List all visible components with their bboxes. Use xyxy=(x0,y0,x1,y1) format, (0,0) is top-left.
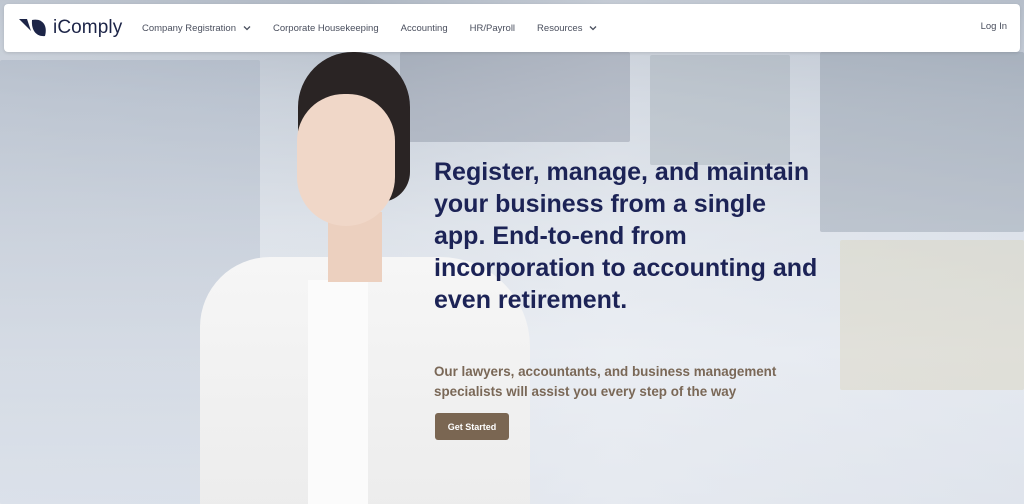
nav-item-corporate-housekeeping[interactable]: Corporate Housekeeping xyxy=(273,23,379,34)
login-link[interactable]: Log In xyxy=(981,21,1007,32)
nav-item-label: Corporate Housekeeping xyxy=(273,22,379,34)
nav-item-label: Accounting xyxy=(400,22,448,34)
nav-item-company-registration[interactable]: Company Registration xyxy=(142,23,251,34)
nav-item-label: Company Registration xyxy=(142,22,236,34)
brand-name: iComply xyxy=(53,17,123,38)
get-started-button[interactable]: Get Started xyxy=(435,413,509,440)
background-light xyxy=(840,240,1024,390)
background-window xyxy=(650,55,790,165)
hero-subtext: Our lawyers, accountants, and business m… xyxy=(434,364,777,399)
top-navbar: iComply Company Registration Corporate H… xyxy=(4,4,1020,52)
nav-item-resources[interactable]: Resources xyxy=(537,23,597,34)
nav-item-label: Resources xyxy=(537,22,583,34)
hero-headline: Register, manage, and maintain your busi… xyxy=(434,158,818,314)
background-window xyxy=(820,52,1024,232)
nav-menu: Company Registration Corporate Housekeep… xyxy=(142,4,597,52)
nav-item-label: HR/Payroll xyxy=(469,22,516,34)
brand-logo[interactable]: iComply xyxy=(18,17,142,39)
nav-item-accounting[interactable]: Accounting xyxy=(401,23,448,34)
leaf-logo-icon xyxy=(18,17,48,39)
chevron-down-icon xyxy=(243,23,251,34)
person-top xyxy=(308,280,368,504)
chevron-down-icon xyxy=(589,23,597,34)
person-face xyxy=(297,94,395,226)
nav-item-hr-payroll[interactable]: HR/Payroll xyxy=(470,23,515,34)
